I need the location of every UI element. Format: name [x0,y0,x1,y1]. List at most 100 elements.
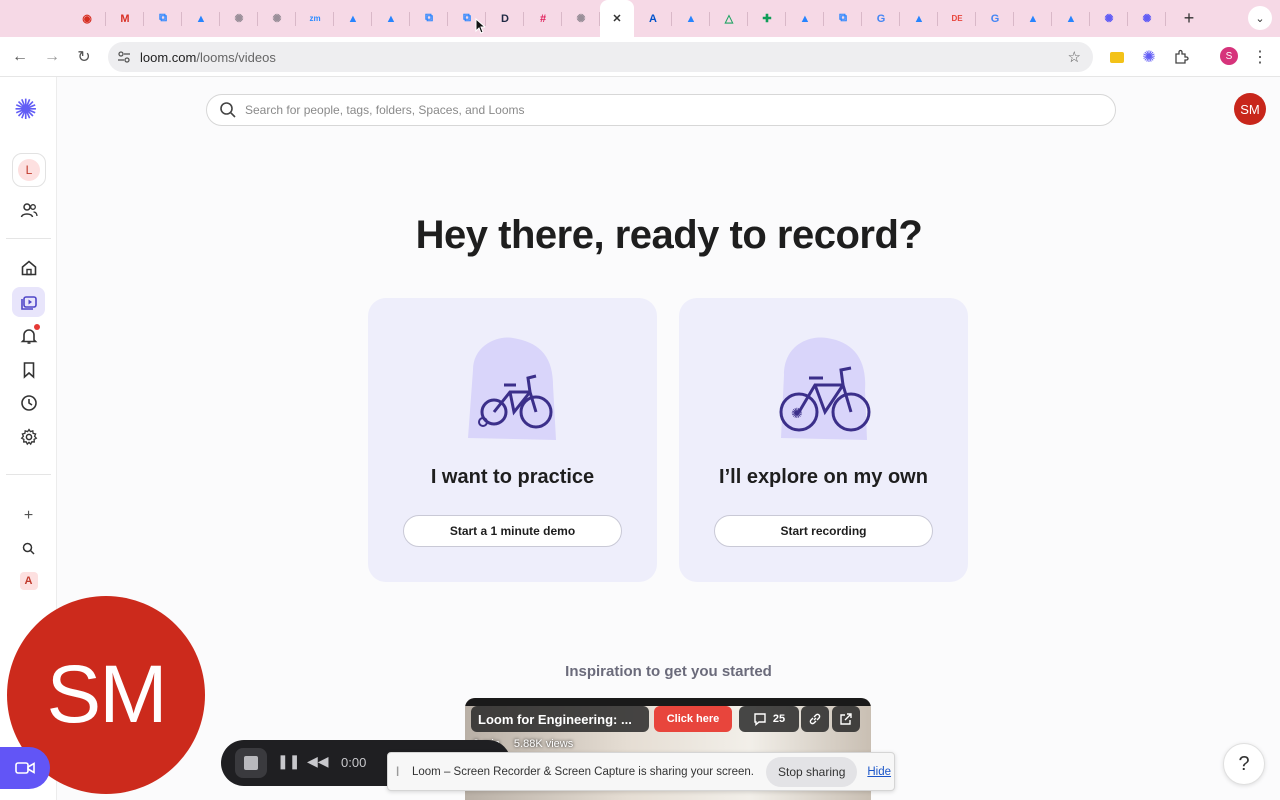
video-camera-icon [15,762,35,774]
address-bar[interactable]: loom.com/looms/videos ☆ [108,42,1093,72]
sidebar-search-icon[interactable] [12,533,45,563]
space-a-icon[interactable]: A [12,566,45,596]
extension-note-icon[interactable] [1105,45,1129,69]
camera-toggle-button[interactable] [0,747,50,789]
notifications-bell-icon[interactable] [12,321,45,351]
bookmark-star-icon[interactable]: ☆ [1068,48,1081,66]
browser-tab[interactable]: ✺ [258,0,296,37]
new-tab-button[interactable]: + [1174,4,1204,34]
loom-extension-icon[interactable]: ✺ [1137,45,1161,69]
browser-tab[interactable]: M [106,0,144,37]
site-settings-icon[interactable] [110,50,138,64]
my-library-icon[interactable] [12,287,45,317]
d-icon: D [501,12,509,25]
pause-icon[interactable]: ❚❚ [277,753,300,770]
history-clock-icon[interactable] [12,388,45,418]
google-icon: G [990,12,1000,25]
people-icon[interactable] [12,195,45,225]
hide-link[interactable]: Hide [867,766,891,778]
jira-icon: ⧉ [839,12,847,24]
notification-dot [34,324,40,330]
search-bar[interactable] [206,94,1116,126]
browser-tab[interactable]: ▲ [900,0,938,37]
share-message: Loom – Screen Recorder & Screen Capture … [412,765,754,778]
settings-gear-icon[interactable] [12,422,45,452]
browser-tab[interactable]: D [486,0,524,37]
practice-card[interactable]: I want to practice Start a 1 minute demo [368,298,657,582]
explore-card[interactable]: ✺ I’ll explore on my own Start recording [679,298,968,582]
video-title[interactable]: Loom for Engineering: ... [471,706,649,732]
browser-tab[interactable]: ▲ [182,0,220,37]
browser-tab[interactable]: A [634,0,672,37]
browser-tab[interactable]: ▲ [334,0,372,37]
drag-handle-icon[interactable]: || [396,766,404,777]
browser-tab[interactable]: ▲ [786,0,824,37]
browser-tab[interactable]: ✺ [1128,0,1166,37]
back-icon[interactable]: ← [4,41,36,73]
sidebar-divider [6,474,51,475]
browser-tab[interactable]: △ [710,0,748,37]
extensions-puzzle-icon[interactable] [1169,45,1193,69]
app-icon: ✺ [272,13,282,25]
browser-tab[interactable]: ▲ [672,0,710,37]
forward-icon[interactable]: → [36,41,68,73]
video-comment-count: 25 [772,713,786,725]
browser-tab[interactable]: G [976,0,1014,37]
user-avatar[interactable]: SM [1234,93,1266,125]
browser-tab[interactable]: ✕ [600,0,634,37]
page-title: Hey there, ready to record? [415,213,923,257]
target-icon: ◉ [82,13,92,25]
bookmark-icon[interactable] [12,355,45,385]
browser-tab[interactable]: ◉ [68,0,106,37]
copy-link-icon[interactable] [801,706,829,732]
stop-sharing-button[interactable]: Stop sharing [765,756,858,787]
open-external-icon[interactable] [832,706,860,732]
start-demo-button[interactable]: Start a 1 minute demo [403,515,622,547]
browser-menu-icon[interactable]: ⋮ [1248,45,1272,69]
browser-tab[interactable]: zm [296,0,334,37]
browser-tab[interactable]: ⧉ [410,0,448,37]
browser-tab[interactable]: ▲ [1014,0,1052,37]
browser-profile-avatar[interactable]: S [1220,47,1238,65]
loom-logo-icon[interactable]: ✺ [14,96,37,124]
search-icon [219,101,237,119]
workspace-switcher[interactable]: L [12,153,46,187]
atlassian-icon: ▲ [1027,12,1039,25]
atlassian-icon: ▲ [347,12,359,25]
help-button[interactable]: ? [1223,743,1265,785]
sidebar-divider [6,238,51,239]
browser-tab[interactable]: ▲ [1052,0,1090,37]
browser-tab[interactable]: ✚ [748,0,786,37]
jira-icon: ⧉ [425,12,433,24]
rewind-icon[interactable]: ◀◀ [307,753,329,770]
browser-tab[interactable]: ✺ [220,0,258,37]
browser-tab[interactable]: ⧉ [824,0,862,37]
home-icon[interactable] [12,253,45,283]
practice-card-title: I want to practice [430,466,595,488]
browser-tab[interactable]: ✺ [562,0,600,37]
browser-tab[interactable]: G [862,0,900,37]
browser-tab-strip: ◉ M ⧉ ▲ ✺ ✺ zm ▲ ▲ ⧉ ⧉ D # ✺ ✕ A ▲ △ ✚ ▲ ⧉ G ▲ DE G ▲ ▲ ✺ ✺ + ⌄ [0,0,1280,37]
tab-search-icon[interactable]: ⌄ [1248,6,1272,30]
stop-recording-button[interactable] [235,748,267,778]
sheets-plus-icon: ✚ [762,13,772,25]
recording-timer: 0:00 [341,755,367,770]
browser-tab[interactable]: # [524,0,562,37]
screen-share-notification: || Loom – Screen Recorder & Screen Captu… [387,752,895,791]
browser-tab[interactable]: ✺ [1090,0,1128,37]
add-icon[interactable]: + [12,501,45,531]
reload-icon[interactable]: ↻ [68,41,100,73]
video-cta-button[interactable]: Click here [654,706,732,732]
slack-icon: # [539,12,547,25]
start-recording-button[interactable]: Start recording [714,515,933,547]
browser-tab[interactable]: ▲ [372,0,410,37]
atlassian-square-icon: A [649,12,657,25]
browser-tab[interactable]: ⧉ [144,0,182,37]
app-icon: ✺ [234,13,244,25]
browser-tab[interactable]: DE [938,0,976,37]
atlassian-icon: ▲ [385,12,397,25]
search-input[interactable] [245,103,1065,117]
atlassian-icon: ▲ [1065,12,1077,25]
video-comments-button[interactable]: 25 [739,706,799,732]
bike-illustration: ✺ [779,337,871,440]
